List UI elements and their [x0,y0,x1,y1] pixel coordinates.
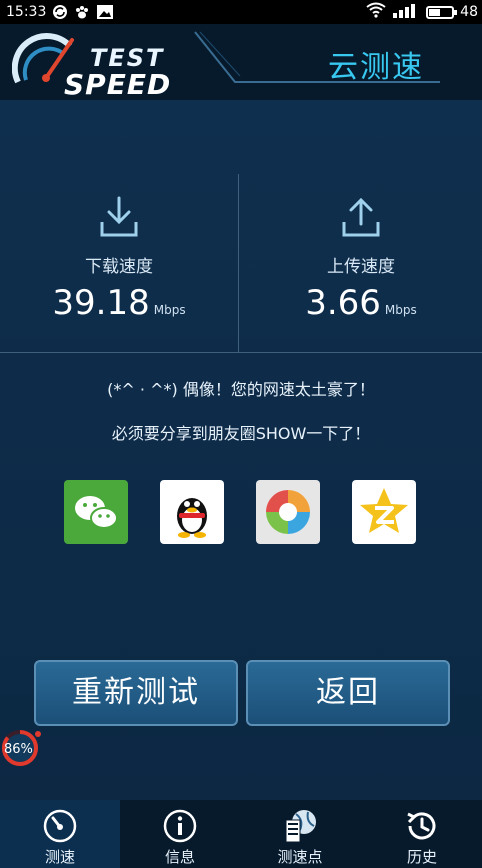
nav-label-servers: 测速点 [277,848,323,866]
section-divider [0,352,482,353]
download-icon [100,196,138,237]
logo-text-speed: SPEED [64,68,172,101]
share-qzone-button[interactable] [352,480,416,544]
download-speed-block: 下载速度 39.18 Mbps [0,196,238,323]
bottom-nav: 测速 信息 测速点 历史 [0,800,482,868]
speedometer-icon [43,809,77,843]
battery-percent: 48 [460,4,478,20]
upload-icon [342,197,380,237]
paw-icon [74,4,90,20]
server-globe-icon [285,810,316,843]
back-button[interactable]: 返回 [246,660,450,726]
share-wechat-button[interactable] [64,480,128,544]
status-bar: 15:33 48 [0,0,482,24]
image-icon [96,4,114,20]
share-prompt: 必须要分享到朋友圈SHOW一下了！ [111,424,371,443]
nav-item-servers[interactable]: 测速点 [240,800,360,868]
info-icon [163,809,197,843]
app-logo: TEST SPEED [11,32,192,101]
nav-label-speedtest: 测速 [44,848,75,866]
sync-icon [52,4,68,20]
result-panel: 下载速度 39.18 Mbps 上传速度 3.66 Mbps (*^ · ^*) 偶… [0,100,482,800]
progress-percent: 86% [4,742,33,757]
nav-item-info[interactable]: 信息 [120,800,240,868]
status-time: 15:33 [6,4,47,20]
download-label: 下载速度 [85,257,153,277]
download-value-row: 39.18 Mbps [0,283,238,323]
app-header: TEST SPEED 云测速 [0,24,482,101]
upload-speed-block: 上传速度 3.66 Mbps [242,196,480,323]
upload-value-row: 3.66 Mbps [242,283,480,323]
nav-label-history: 历史 [406,848,437,866]
download-value: 39.18 [52,283,150,323]
moments-icon [266,490,310,534]
nav-item-speedtest[interactable]: 测速 [0,800,120,868]
page-title: 云测速 [328,50,424,85]
retest-button[interactable]: 重新测试 [34,660,238,726]
nav-label-info: 信息 [164,848,195,866]
qzone-icon [360,488,408,533]
signal-icon [392,2,420,22]
wifi-icon [366,2,386,22]
download-unit: Mbps [153,303,186,317]
share-qq-button[interactable] [160,480,224,544]
upload-unit: Mbps [384,303,417,317]
upload-label: 上传速度 [327,257,395,277]
qq-icon [177,498,207,538]
column-divider [238,174,239,352]
nav-item-history[interactable]: 历史 [362,800,482,868]
battery-icon [426,5,458,19]
upload-value: 3.66 [305,283,381,323]
result-message: (*^ · ^*) 偶像！您的网速太土豪了！ [107,380,375,399]
history-icon [407,812,436,840]
wechat-icon [75,496,118,529]
share-moments-button[interactable] [256,480,320,544]
